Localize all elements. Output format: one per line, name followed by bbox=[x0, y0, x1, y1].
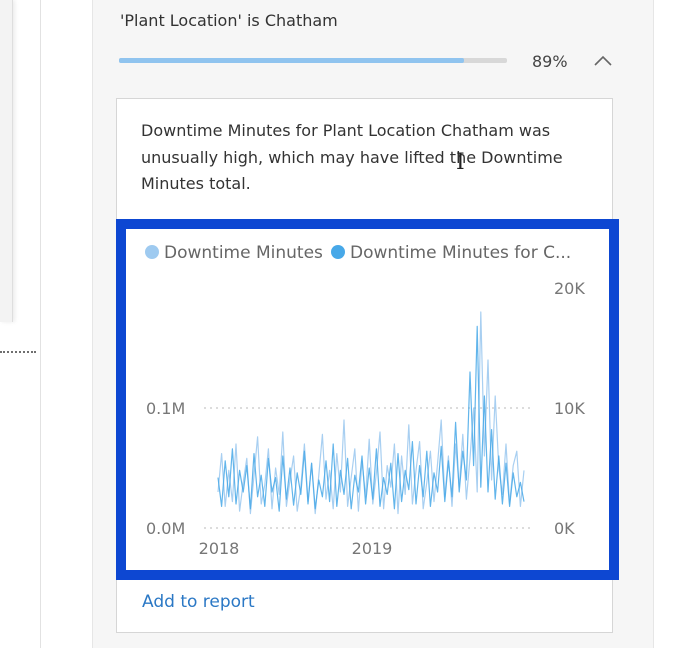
confidence-percent: 89% bbox=[532, 52, 568, 71]
confidence-bar-fill bbox=[119, 58, 465, 63]
left-canvas-region bbox=[0, 0, 40, 648]
insight-heading: 'Plant Location' is Chatham bbox=[120, 11, 338, 30]
x-axis-tick: 2018 bbox=[199, 539, 240, 558]
add-to-report-link[interactable]: Add to report bbox=[142, 592, 255, 612]
right-axis-tick: 20K bbox=[554, 279, 585, 298]
legend-marker bbox=[331, 245, 345, 259]
visual-edge bbox=[0, 0, 13, 322]
chevron-up-icon bbox=[594, 55, 612, 66]
insight-description: Downtime Minutes for Plant Location Chat… bbox=[141, 121, 563, 193]
confidence-bar bbox=[119, 58, 507, 63]
collapse-button[interactable] bbox=[588, 49, 618, 73]
dotted-connector bbox=[0, 351, 36, 353]
legend-marker bbox=[145, 245, 159, 259]
legend-label: Downtime Minutes bbox=[164, 243, 323, 263]
insight-line-chart[interactable]: Downtime Minutes Downtime Minutes for C..… bbox=[126, 229, 609, 570]
legend-label: Downtime Minutes for C... bbox=[350, 243, 571, 263]
pane-divider bbox=[40, 0, 41, 648]
left-axis-tick: 0.1M bbox=[146, 399, 185, 418]
left-axis-tick: 0.0M bbox=[146, 519, 185, 538]
x-axis-tick: 2019 bbox=[352, 539, 393, 558]
text-cursor-icon: I bbox=[456, 150, 465, 175]
right-axis-tick: 0K bbox=[554, 519, 575, 538]
screen: 'Plant Location' is Chatham 89% Downtime… bbox=[0, 0, 674, 648]
right-axis-tick: 10K bbox=[554, 399, 585, 418]
